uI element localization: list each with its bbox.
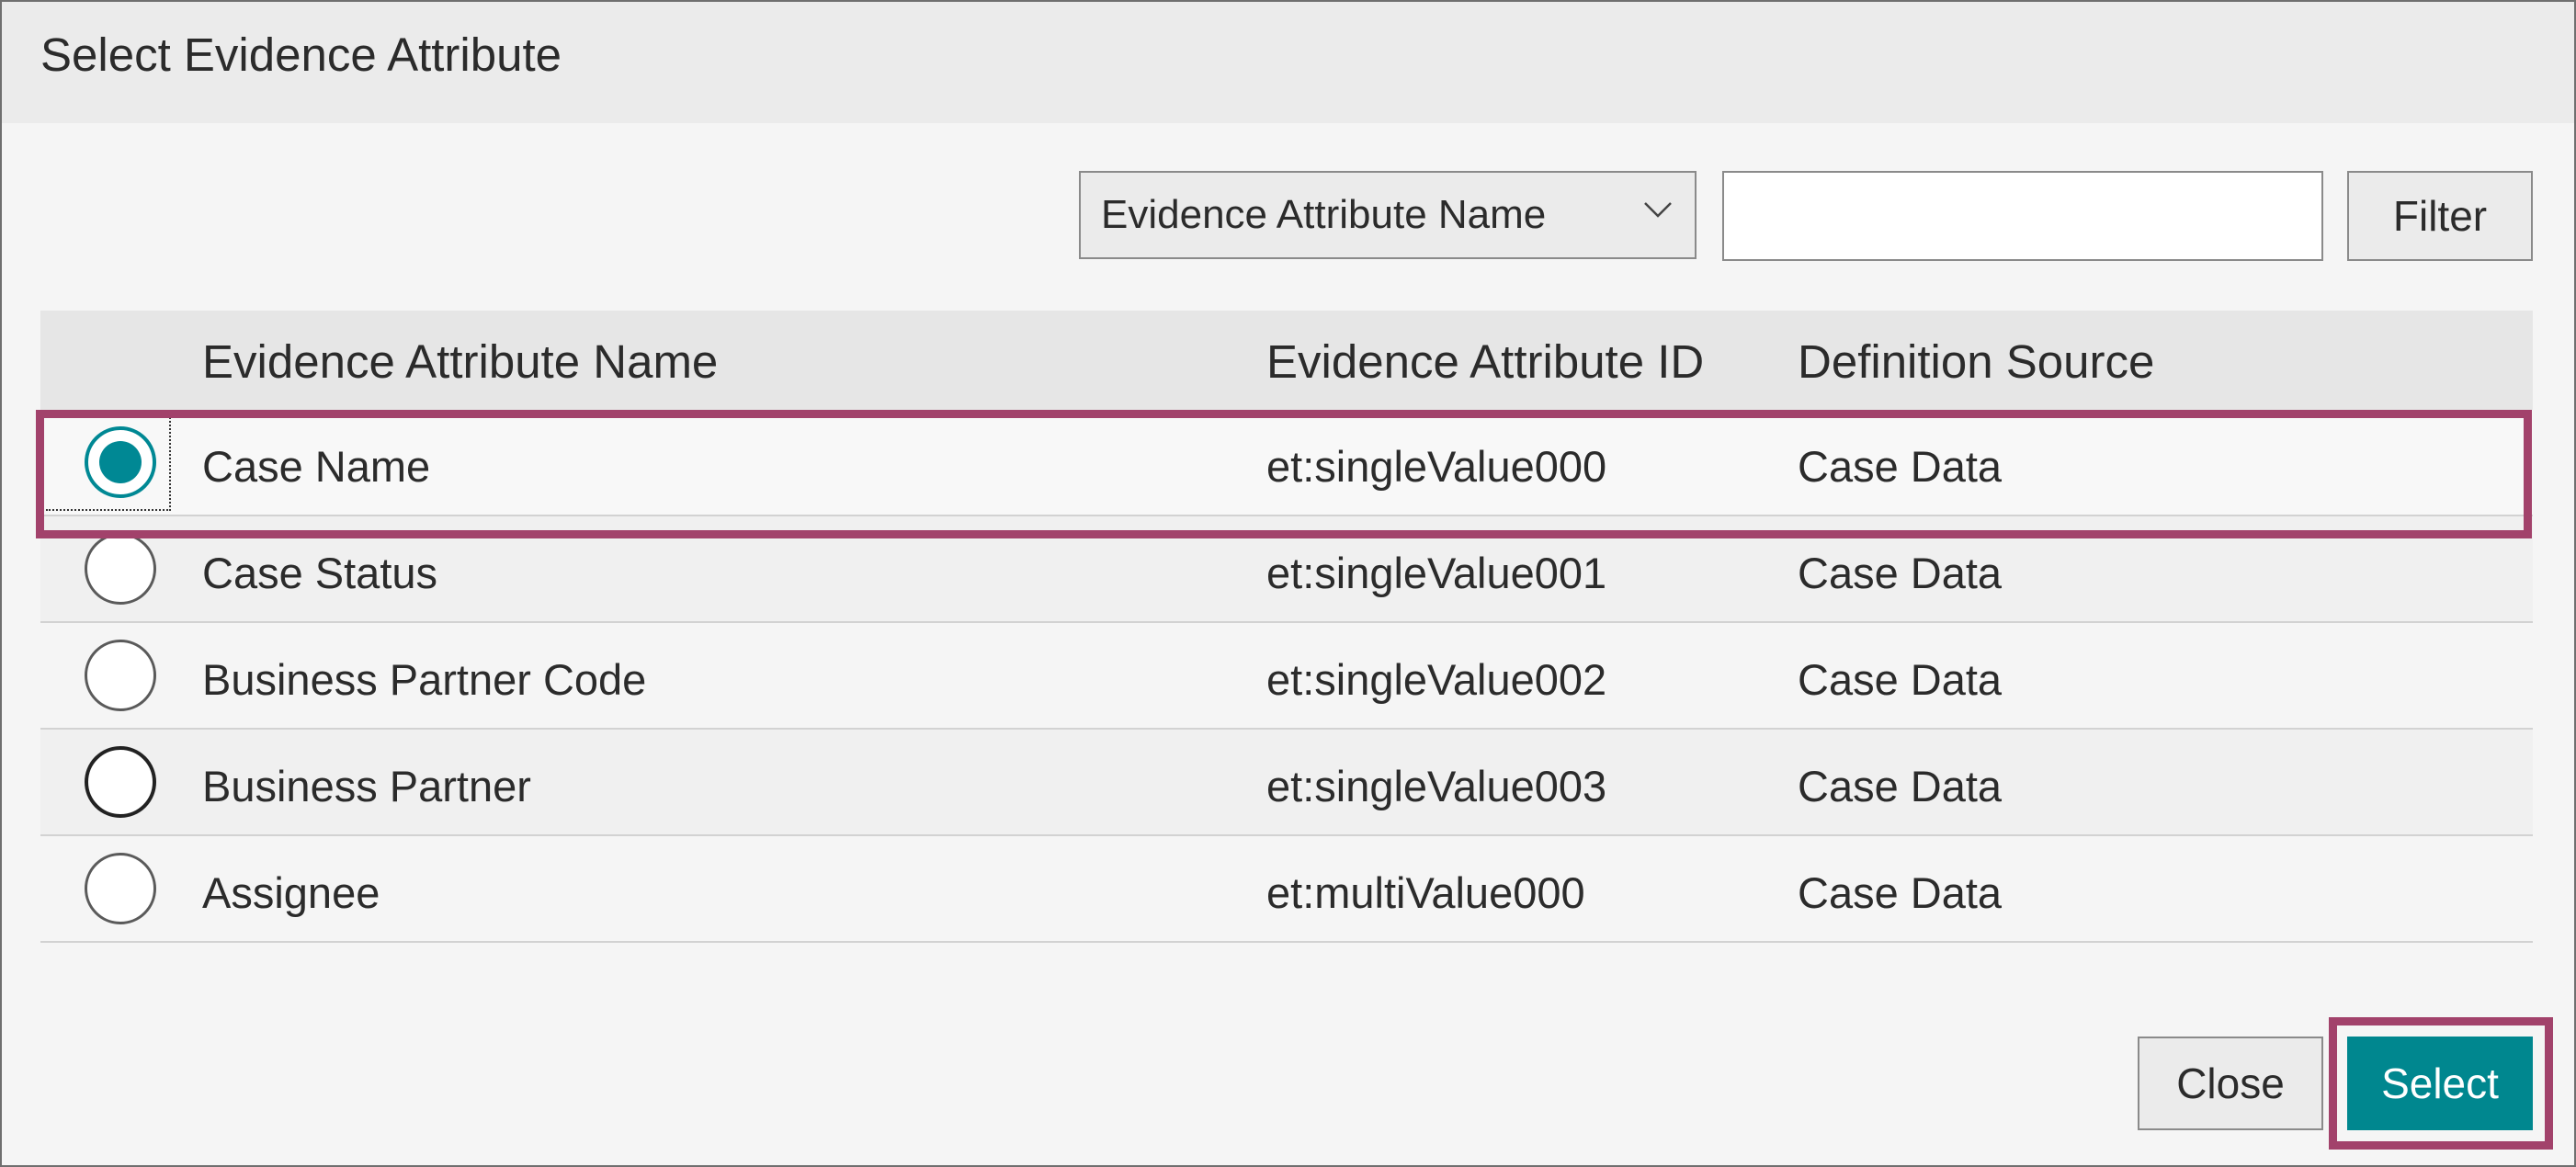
dialog-titlebar: Select Evidence Attribute: [2, 2, 2574, 123]
definition-source-cell: Case Data: [1798, 762, 2003, 810]
attribute-name-cell: Assignee: [202, 868, 380, 917]
close-button[interactable]: Close: [2138, 1037, 2323, 1130]
table-row[interactable]: Assignee et:multiValue000 Case Data: [40, 836, 2533, 943]
table-row[interactable]: Business Partner Code et:singleValue002 …: [40, 623, 2533, 730]
table-row[interactable]: Case Status et:singleValue001 Case Data: [40, 516, 2533, 623]
attribute-id-cell: et:multiValue000: [1266, 868, 1585, 917]
row-radio-button[interactable]: [85, 640, 156, 711]
filter-field-select[interactable]: Evidence Attribute Name: [1079, 171, 1697, 259]
chevron-down-icon: [1644, 202, 1672, 218]
definition-source-cell: Case Data: [1798, 442, 2003, 491]
row-radio-button[interactable]: [85, 853, 156, 924]
attribute-id-cell: et:singleValue000: [1266, 442, 1607, 491]
select-button[interactable]: Select: [2347, 1037, 2533, 1130]
definition-source-cell: Case Data: [1798, 549, 2003, 597]
row-radio-button[interactable]: [85, 426, 156, 498]
column-header-source: Definition Source: [1798, 335, 2155, 388]
attribute-id-cell: et:singleValue001: [1266, 549, 1607, 597]
dialog-title: Select Evidence Attribute: [40, 28, 562, 81]
attribute-id-cell: et:singleValue003: [1266, 762, 1607, 810]
filter-field-selected-value: Evidence Attribute Name: [1101, 192, 1547, 237]
table-header: Evidence Attribute Name Evidence Attribu…: [40, 311, 2533, 410]
attribute-name-cell: Business Partner Code: [202, 655, 647, 704]
attribute-name-cell: Business Partner: [202, 762, 531, 810]
evidence-attribute-table: Evidence Attribute Name Evidence Attribu…: [40, 311, 2533, 943]
column-header-id: Evidence Attribute ID: [1266, 335, 1705, 388]
attribute-name-cell: Case Name: [202, 442, 431, 491]
filter-input[interactable]: [1722, 171, 2323, 261]
row-radio-button[interactable]: [85, 746, 156, 818]
definition-source-cell: Case Data: [1798, 655, 2003, 704]
attribute-id-cell: et:singleValue002: [1266, 655, 1607, 704]
definition-source-cell: Case Data: [1798, 868, 2003, 917]
table-row[interactable]: Case Name et:singleValue000 Case Data: [40, 410, 2533, 516]
column-header-name: Evidence Attribute Name: [202, 335, 719, 388]
attribute-name-cell: Case Status: [202, 549, 438, 597]
select-evidence-attribute-dialog: Select Evidence Attribute Evidence Attri…: [0, 0, 2576, 1167]
filter-button[interactable]: Filter: [2347, 171, 2533, 261]
row-radio-button[interactable]: [85, 533, 156, 605]
table-row[interactable]: Business Partner et:singleValue003 Case …: [40, 730, 2533, 836]
